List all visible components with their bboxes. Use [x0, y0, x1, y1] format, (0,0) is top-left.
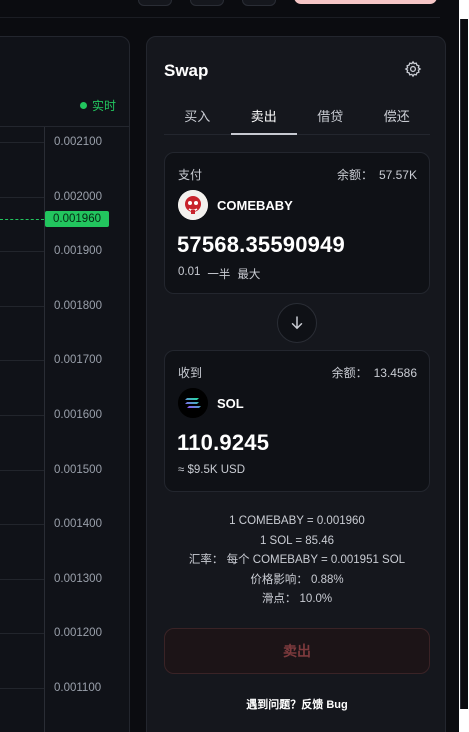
tab-buy[interactable]: 买入: [164, 101, 231, 134]
price-tick-label: 0.001400: [54, 518, 102, 531]
receive-usd-value: ≈ $9.5K USD: [178, 464, 246, 476]
grid-line: [0, 305, 44, 307]
grid-line: [0, 524, 44, 526]
pay-token-selector[interactable]: COMEBABY: [178, 190, 293, 220]
current-price-line: [0, 219, 44, 220]
pay-amount-input[interactable]: 57568.35590949: [177, 232, 345, 258]
pay-quick-amounts: 0.01 一半 最大: [178, 266, 260, 282]
quick-amount-half[interactable]: 一半: [207, 266, 230, 282]
trade-tabs: 买入 卖出 借贷 偿还: [164, 101, 430, 135]
swap-info: 1 COMEBABY = 0.001960 1 SOL = 85.46 汇率： …: [164, 512, 430, 610]
chart-header-divider: [0, 126, 130, 127]
grid-line: [0, 196, 44, 198]
grid-line: [0, 415, 44, 416]
top-icon-button-2[interactable]: [190, 0, 224, 6]
tab-borrow[interactable]: 借贷: [297, 101, 364, 134]
quick-amount-max[interactable]: 最大: [237, 266, 260, 282]
comebaby-token-icon: [178, 190, 208, 220]
info-price-impact: 价格影响： 0.88%: [250, 573, 344, 586]
price-tick-label: 0.001100: [54, 682, 102, 694]
info-comebaby-price: 1 COMEBABY = 0.001960: [229, 515, 365, 527]
price-tick-label: 0.001200: [54, 627, 102, 640]
price-tick-label: 0.001800: [54, 299, 102, 312]
price-tick-label: 0.002000: [54, 190, 102, 203]
info-slippage: 滑点： 10.0%: [261, 593, 333, 606]
top-action-button[interactable]: [294, 0, 437, 4]
scrollbar-thumb[interactable]: [460, 19, 468, 709]
top-icon-button-1[interactable]: [138, 0, 172, 6]
grid-line: [0, 142, 44, 143]
price-tick-label: 0.001600: [54, 409, 102, 421]
arrow-down-icon: [291, 316, 303, 330]
price-tick-label: 0.002100: [54, 136, 102, 148]
grid-line: [0, 251, 44, 253]
receive-balance-value: 13.4586: [373, 366, 417, 380]
pay-balance-value: 57.57K: [378, 168, 417, 182]
pay-token-name: COMEBABY: [217, 197, 293, 213]
pay-balance-label: 余额：: [336, 168, 373, 182]
swap-title: Swap: [164, 61, 209, 80]
grid-line: [0, 469, 44, 471]
grid-line: [0, 633, 44, 635]
pay-balance: 余额： 57.57K: [337, 166, 417, 183]
price-tick-label: 0.001700: [54, 354, 102, 367]
info-rate: 汇率： 每个 COMEBABY = 0.001951 SOL: [188, 554, 406, 567]
receive-token-selector[interactable]: SOL: [178, 388, 244, 418]
report-bug-link[interactable]: 遇到问题？反馈 Bug: [164, 696, 430, 712]
settings-gear-icon[interactable]: [404, 60, 422, 78]
info-sol-price: 1 SOL = 85.46: [259, 534, 335, 547]
grid-line: [0, 688, 44, 689]
top-icon-button-3[interactable]: [242, 0, 276, 6]
swap-panel: Swap 买入 卖出 借贷 偿还 支付 余额： 57.57K COMEBABY …: [146, 36, 446, 732]
sell-button[interactable]: 卖出: [164, 628, 430, 674]
price-tick-label: 0.001900: [54, 245, 102, 258]
header-divider: [0, 17, 440, 18]
grid-line: [0, 578, 44, 580]
live-indicator[interactable]: 实时: [80, 97, 116, 114]
current-price-badge: 0.001960: [45, 211, 109, 227]
receive-label: 收到: [178, 366, 203, 380]
live-dot-icon: [80, 102, 87, 109]
pay-label: 支付: [178, 168, 203, 182]
quick-amount-min[interactable]: 0.01: [178, 266, 200, 282]
price-tick-label: 0.001500: [54, 463, 102, 476]
pay-card: 支付 余额： 57.57K COMEBABY 57568.35590949 0.0…: [164, 152, 430, 294]
tab-sell[interactable]: 卖出: [230, 101, 298, 135]
receive-token-name: SOL: [217, 395, 244, 411]
receive-amount: 110.9245: [177, 430, 270, 455]
receive-card: 收到 余额： 13.4586 SOL 110.9245 ≈ $9.5K USD: [164, 350, 430, 492]
live-label: 实时: [92, 99, 117, 113]
sol-token-icon: [178, 388, 208, 418]
swap-direction-button[interactable]: [277, 303, 317, 343]
price-tick-label: 0.001300: [54, 572, 102, 585]
receive-balance: 余额： 13.4586: [332, 364, 417, 381]
tab-repay[interactable]: 偿还: [364, 101, 431, 134]
receive-balance-label: 余额：: [331, 366, 368, 380]
grid-line: [0, 360, 44, 362]
